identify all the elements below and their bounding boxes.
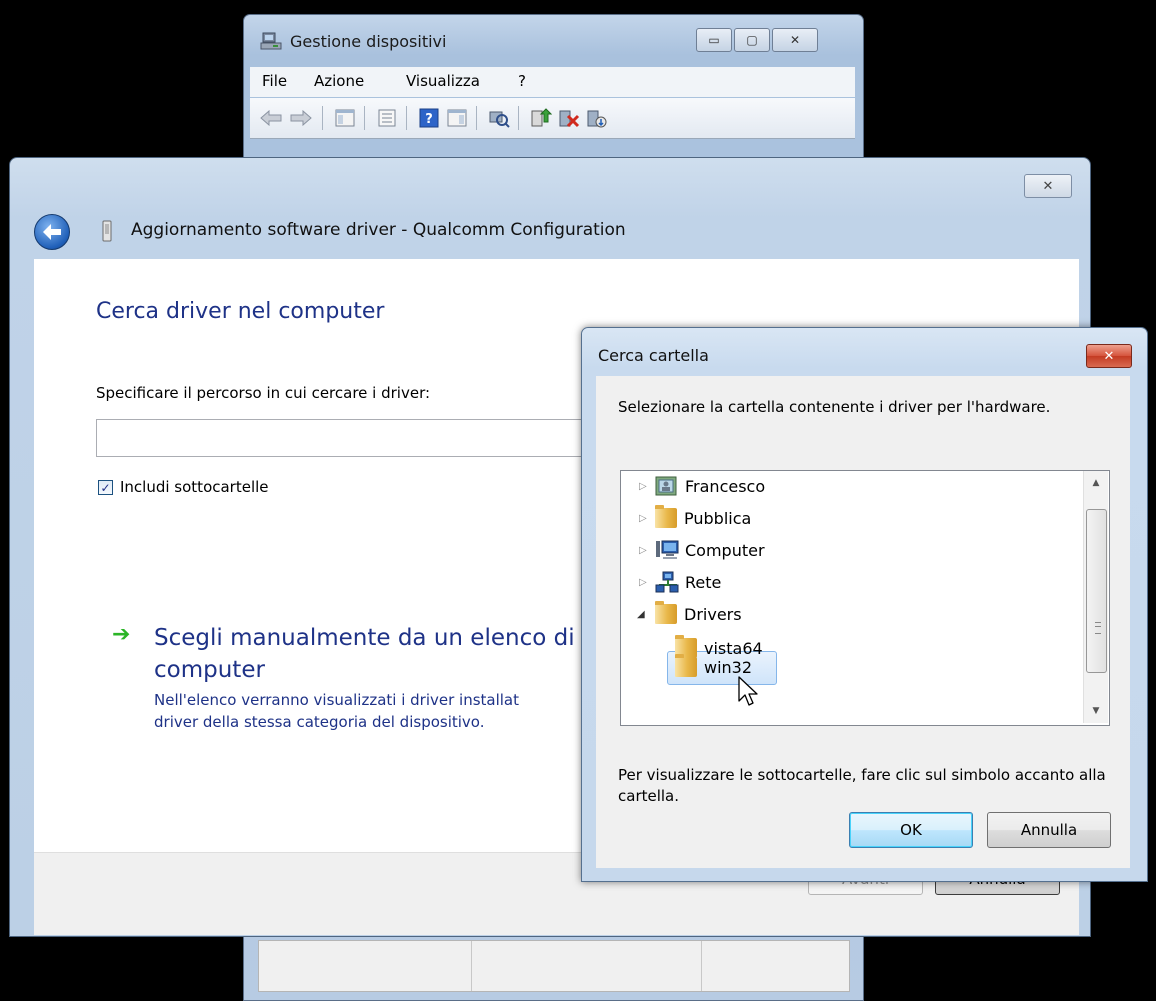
collapse-icon[interactable]: ◢	[637, 609, 645, 620]
green-arrow-icon: ➔	[112, 622, 131, 647]
ok-button[interactable]: OK	[849, 812, 973, 848]
device-manager-icon	[260, 32, 282, 50]
tree-item-computer[interactable]: Computer	[655, 535, 765, 565]
device-icon	[102, 220, 112, 242]
folder-icon	[655, 601, 677, 624]
back-arrow-icon	[43, 224, 61, 240]
dialog-cancel-button[interactable]: Annulla	[987, 812, 1111, 848]
tree-item-label[interactable]: Rete	[685, 573, 721, 592]
minimize-icon: ▭	[708, 33, 720, 47]
action-pane-icon[interactable]	[446, 107, 468, 129]
dialog-body: Selezionare la cartella contenente i dri…	[596, 376, 1130, 868]
scroll-up-icon[interactable]: ▲	[1084, 471, 1108, 495]
manual-select-option[interactable]: Scegli manualmente da un elenco di compu…	[154, 622, 594, 686]
wizard-title: Aggiornamento software driver - Qualcomm…	[131, 220, 626, 240]
folder-icon	[655, 505, 677, 528]
expand-icon[interactable]: ▷	[639, 481, 647, 492]
scroll-down-icon[interactable]: ▼	[1084, 699, 1108, 723]
back-button[interactable]	[34, 214, 70, 250]
minimize-button[interactable]: ▭	[696, 28, 732, 52]
menu-help[interactable]: ?	[518, 72, 526, 90]
toolbar: ?	[250, 98, 855, 139]
folder-icon	[675, 654, 697, 677]
grip-line	[1095, 626, 1101, 627]
folder-tree[interactable]: ▷ Francesco ▷ Pubblica ▷ Computer ▷ Rete…	[620, 470, 1110, 726]
option-desc-line1: Nell'elenco verranno visualizzati i driv…	[154, 691, 520, 709]
maximize-button[interactable]: ▢	[734, 28, 770, 52]
option-title-line1[interactable]: Scegli manualmente da un elenco di	[154, 625, 575, 651]
svg-text:?: ?	[425, 112, 433, 127]
update-driver-icon[interactable]	[530, 107, 552, 129]
option-title-line2[interactable]: computer	[154, 657, 265, 683]
mouse-cursor-icon	[738, 676, 758, 706]
browse-folder-dialog: Cerca cartella ✕ Selezionare la cartella…	[581, 327, 1148, 882]
tree-item-label[interactable]: win32	[704, 658, 752, 677]
grip-icon	[1095, 622, 1101, 634]
disable-device-icon[interactable]	[558, 107, 580, 129]
tree-item-label[interactable]: Drivers	[684, 605, 742, 624]
option-description: Nell'elenco verranno visualizzati i driv…	[154, 689, 599, 733]
tree-item-rete[interactable]: Rete	[655, 567, 721, 597]
tree-item-pubblica[interactable]: Pubblica	[655, 503, 751, 533]
expand-icon[interactable]: ▷	[639, 577, 647, 588]
include-subfolders-checkbox[interactable]: ✓	[98, 480, 113, 495]
tree-item-label[interactable]: Francesco	[685, 477, 765, 496]
menu-bar: File Azione Visualizza ?	[250, 67, 855, 97]
maximize-icon: ▢	[746, 33, 758, 47]
option-desc-line2: driver della stessa categoria del dispos…	[154, 713, 485, 731]
tree-item-francesco[interactable]: Francesco	[655, 471, 765, 501]
scroll-thumb[interactable]	[1086, 509, 1107, 673]
computer-icon	[656, 540, 679, 559]
tree-item-label[interactable]: Computer	[685, 541, 765, 560]
help-icon[interactable]: ?	[418, 107, 440, 129]
network-icon	[655, 571, 679, 593]
path-input[interactable]	[96, 419, 638, 457]
include-subfolders-label[interactable]: Includi sottocartelle	[120, 478, 269, 496]
uninstall-device-icon[interactable]	[586, 107, 608, 129]
window-title: Gestione dispositivi	[290, 32, 447, 51]
close-button[interactable]: ✕	[772, 28, 818, 52]
close-icon: ✕	[1042, 178, 1054, 194]
console-tree-icon[interactable]	[334, 107, 356, 129]
forward-icon[interactable]	[290, 107, 312, 129]
properties-icon[interactable]	[376, 107, 398, 129]
scan-hardware-icon[interactable]	[488, 107, 510, 129]
dialog-instruction: Selezionare la cartella contenente i dri…	[618, 398, 1051, 416]
dialog-title: Cerca cartella	[598, 346, 709, 365]
dialog-close-button[interactable]: ✕	[1086, 344, 1132, 368]
menu-file[interactable]: File	[262, 72, 287, 90]
close-icon: ✕	[1103, 348, 1115, 364]
expand-icon[interactable]: ▷	[639, 513, 647, 524]
tree-item-label[interactable]: Pubblica	[684, 509, 751, 528]
menu-view[interactable]: Visualizza	[406, 72, 480, 90]
vertical-scrollbar[interactable]: ▲ ▼	[1083, 471, 1108, 723]
wizard-close-button[interactable]: ✕	[1024, 174, 1072, 198]
page-heading: Cerca driver nel computer	[96, 299, 385, 324]
menu-action[interactable]: Azione	[314, 72, 364, 90]
expand-icon[interactable]: ▷	[639, 545, 647, 556]
close-icon: ✕	[789, 33, 801, 47]
status-cell	[471, 941, 702, 991]
status-bar	[258, 940, 850, 992]
status-cell	[259, 941, 472, 991]
back-icon[interactable]	[260, 107, 282, 129]
dialog-hint: Per visualizzare le sottocartelle, fare …	[618, 766, 1106, 805]
tree-item-drivers[interactable]: Drivers	[655, 599, 742, 629]
path-label: Specificare il percorso in cui cercare i…	[96, 384, 431, 402]
user-folder-icon	[655, 476, 677, 496]
